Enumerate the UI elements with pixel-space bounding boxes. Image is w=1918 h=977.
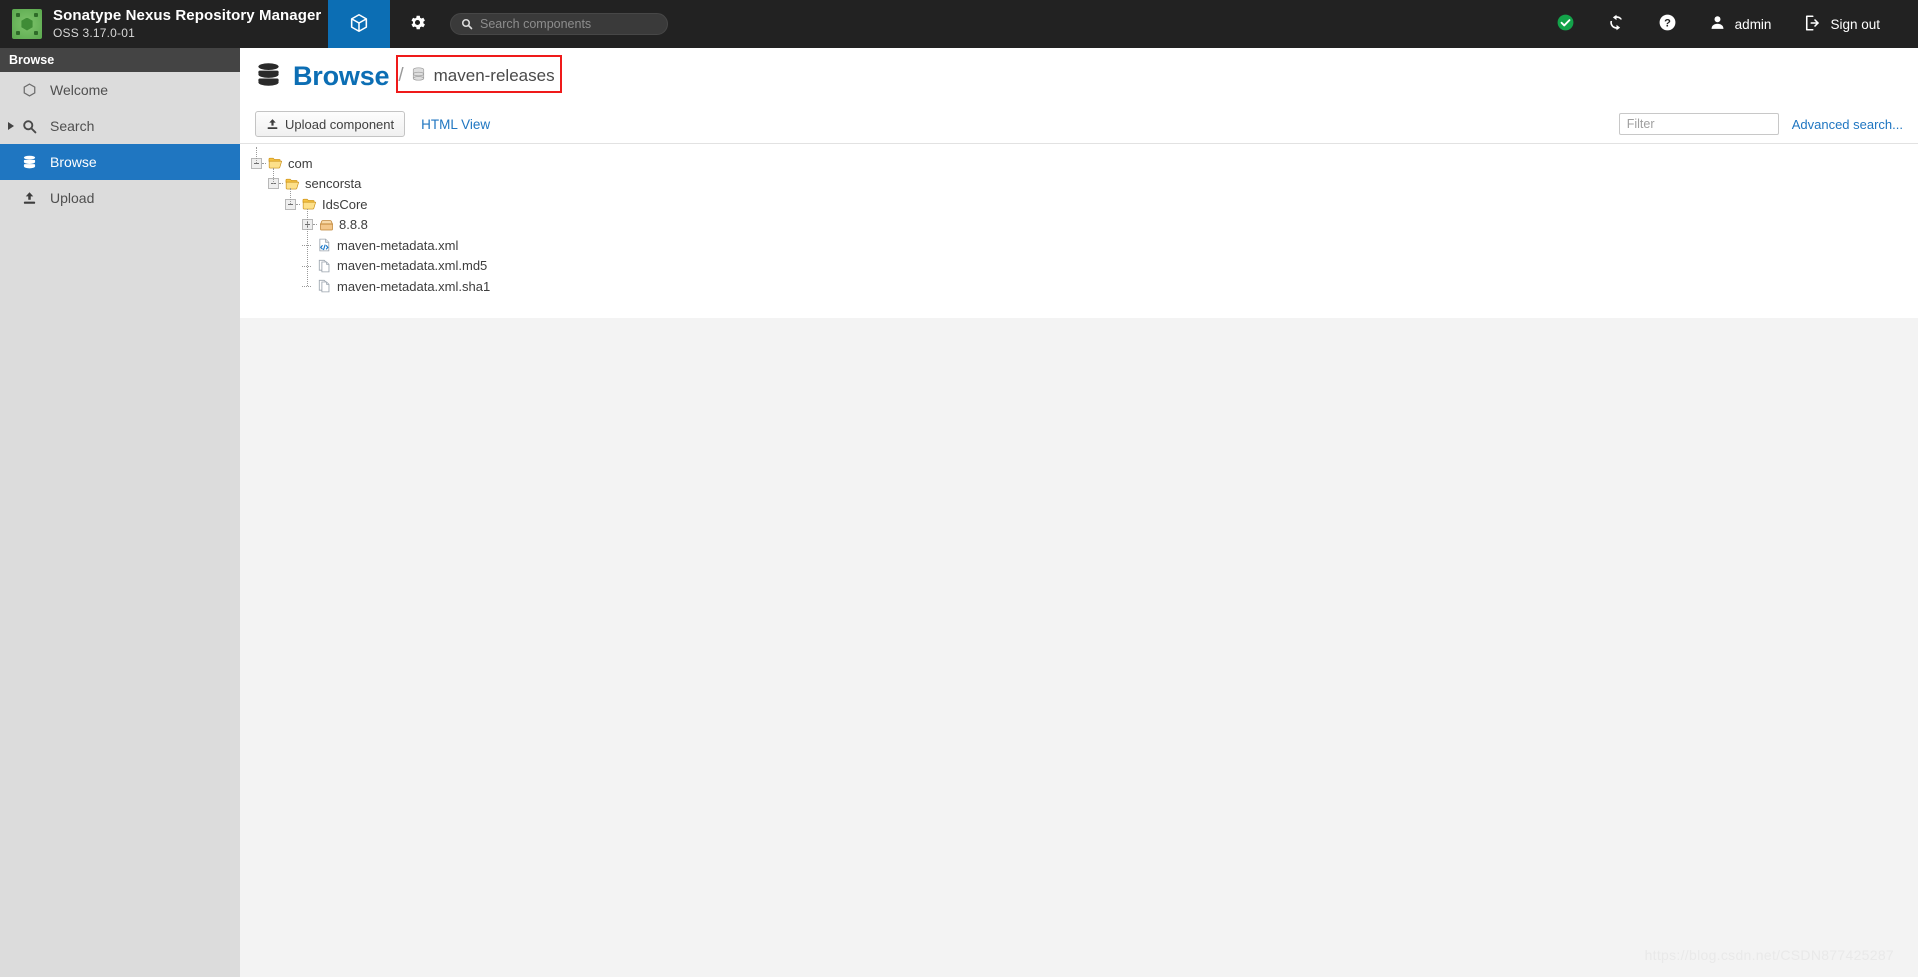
toolbar-right-group: Advanced search... <box>1618 113 1903 135</box>
html-view-link[interactable]: HTML View <box>421 117 490 132</box>
sign-out-icon <box>1803 14 1821 35</box>
browse-panel: Browse / maven-releases Upload component… <box>240 48 1918 318</box>
upload-component-button[interactable]: Upload component <box>255 111 406 137</box>
tree-node[interactable]: sencorsta <box>240 174 1918 195</box>
tree-node-label: IdsCore <box>322 196 368 212</box>
sign-out-button[interactable]: Sign out <box>1787 0 1896 48</box>
page-title: Browse <box>293 60 390 91</box>
repository-name: maven-releases <box>433 66 555 85</box>
search-input[interactable] <box>480 17 657 31</box>
tree-connector-line <box>307 208 308 286</box>
tree-node-label: maven-metadata.xml.md5 <box>337 258 488 274</box>
help-button[interactable]: ? <box>1642 0 1693 48</box>
hexagon-icon <box>22 82 44 98</box>
xml-file-icon <box>317 238 332 252</box>
user-name-label: admin <box>1734 16 1772 32</box>
tree-node[interactable]: maven-metadata.xml.sha1 <box>240 276 1918 297</box>
sidebar-item-label: Welcome <box>50 82 109 98</box>
svg-text:?: ? <box>1664 17 1671 29</box>
tree-connector-icon <box>302 240 315 251</box>
upload-icon <box>22 191 44 206</box>
top-header-bar: Sonatype Nexus Repository Manager OSS 3.… <box>0 0 1918 57</box>
advanced-search-link[interactable]: Advanced search... <box>1792 117 1903 132</box>
user-menu-button[interactable]: admin <box>1693 0 1788 48</box>
sidebar-item-label: Search <box>50 118 95 134</box>
database-icon <box>255 61 282 92</box>
user-avatar-icon <box>1709 14 1726 34</box>
tree-connector-icon <box>262 162 266 164</box>
tree-connector-line <box>273 167 274 184</box>
global-search[interactable] <box>450 0 668 48</box>
sidebar-item-search[interactable]: Search <box>0 108 240 144</box>
tree-connector-icon <box>302 281 315 292</box>
folder-open-icon <box>302 197 317 211</box>
system-status-button[interactable] <box>1540 0 1591 48</box>
watermark-text: https://blog.csdn.net/CSDN877425287 <box>1644 947 1894 963</box>
sidebar: Browse Welcome Search Browse Upload <box>0 48 240 977</box>
status-ok-check-icon <box>1556 13 1575 35</box>
tree-connector-icon <box>296 203 300 205</box>
tree-connector-icon <box>279 183 283 185</box>
refresh-sync-icon <box>1607 13 1626 35</box>
refresh-button[interactable] <box>1591 0 1642 48</box>
sidebar-title: Browse <box>0 48 240 72</box>
nexus-cube-logo-icon <box>12 9 42 39</box>
tree-node-label: 8.8.8 <box>339 217 368 233</box>
tree-node[interactable]: 8.8.8 <box>240 215 1918 236</box>
sidebar-item-welcome[interactable]: Welcome <box>0 72 240 108</box>
chevron-right-icon[interactable] <box>8 122 14 130</box>
settings-button[interactable] <box>390 0 444 48</box>
browse-toolbar: Upload component HTML View Advanced sear… <box>240 104 1918 144</box>
component-tree: com sencorsta IdsCore 8.8.8 maven-metadata.x… <box>240 144 1918 297</box>
app-brand: Sonatype Nexus Repository Manager OSS 3.… <box>0 0 328 48</box>
tree-node-label: com <box>288 155 313 171</box>
tree-node-label: maven-metadata.xml.sha1 <box>337 278 491 294</box>
tree-connector-icon <box>302 260 315 271</box>
upload-component-label: Upload component <box>285 116 395 132</box>
search-icon <box>22 119 44 134</box>
filter-input[interactable] <box>1618 113 1779 135</box>
file-copy-icon <box>317 259 332 273</box>
breadcrumb-separator: / <box>398 65 404 86</box>
tree-node[interactable]: maven-metadata.xml.md5 <box>240 256 1918 277</box>
tree-connector-line <box>256 147 257 163</box>
app-version: OSS 3.17.0-01 <box>53 25 135 40</box>
breadcrumb-repository[interactable]: maven-releases <box>411 66 555 87</box>
cube-icon <box>348 12 370 37</box>
folder-open-icon <box>285 177 300 191</box>
database-icon <box>22 154 44 170</box>
sidebar-item-browse[interactable]: Browse <box>0 144 240 180</box>
sidebar-item-label: Browse <box>50 154 97 170</box>
tree-connector-line <box>290 188 291 204</box>
tree-node[interactable]: com <box>240 153 1918 174</box>
breadcrumb: Browse / maven-releases <box>240 48 1918 104</box>
folder-open-icon <box>268 156 283 170</box>
search-box[interactable] <box>450 13 668 35</box>
file-copy-icon <box>317 279 332 293</box>
browse-mode-tab[interactable] <box>328 0 390 57</box>
package-box-icon <box>319 218 334 232</box>
search-icon <box>461 18 473 30</box>
database-icon <box>411 66 426 87</box>
tree-node-label: maven-metadata.xml <box>337 237 459 253</box>
sidebar-item-label: Upload <box>50 190 95 206</box>
sign-out-label: Sign out <box>1830 16 1880 32</box>
sidebar-item-upload[interactable]: Upload <box>0 180 240 216</box>
help-question-icon: ? <box>1658 13 1677 35</box>
tree-node-label: sencorsta <box>305 176 362 192</box>
gear-icon <box>408 13 427 35</box>
tree-node[interactable]: maven-metadata.xml <box>240 235 1918 256</box>
tree-node[interactable]: IdsCore <box>240 194 1918 215</box>
tree-connector-icon <box>313 224 317 226</box>
app-title: Sonatype Nexus Repository Manager <box>53 7 322 25</box>
main-content: Browse / maven-releases Upload component… <box>240 48 1918 977</box>
upload-icon <box>266 118 279 131</box>
header-actions: ? admin Sign out <box>1540 0 1918 48</box>
